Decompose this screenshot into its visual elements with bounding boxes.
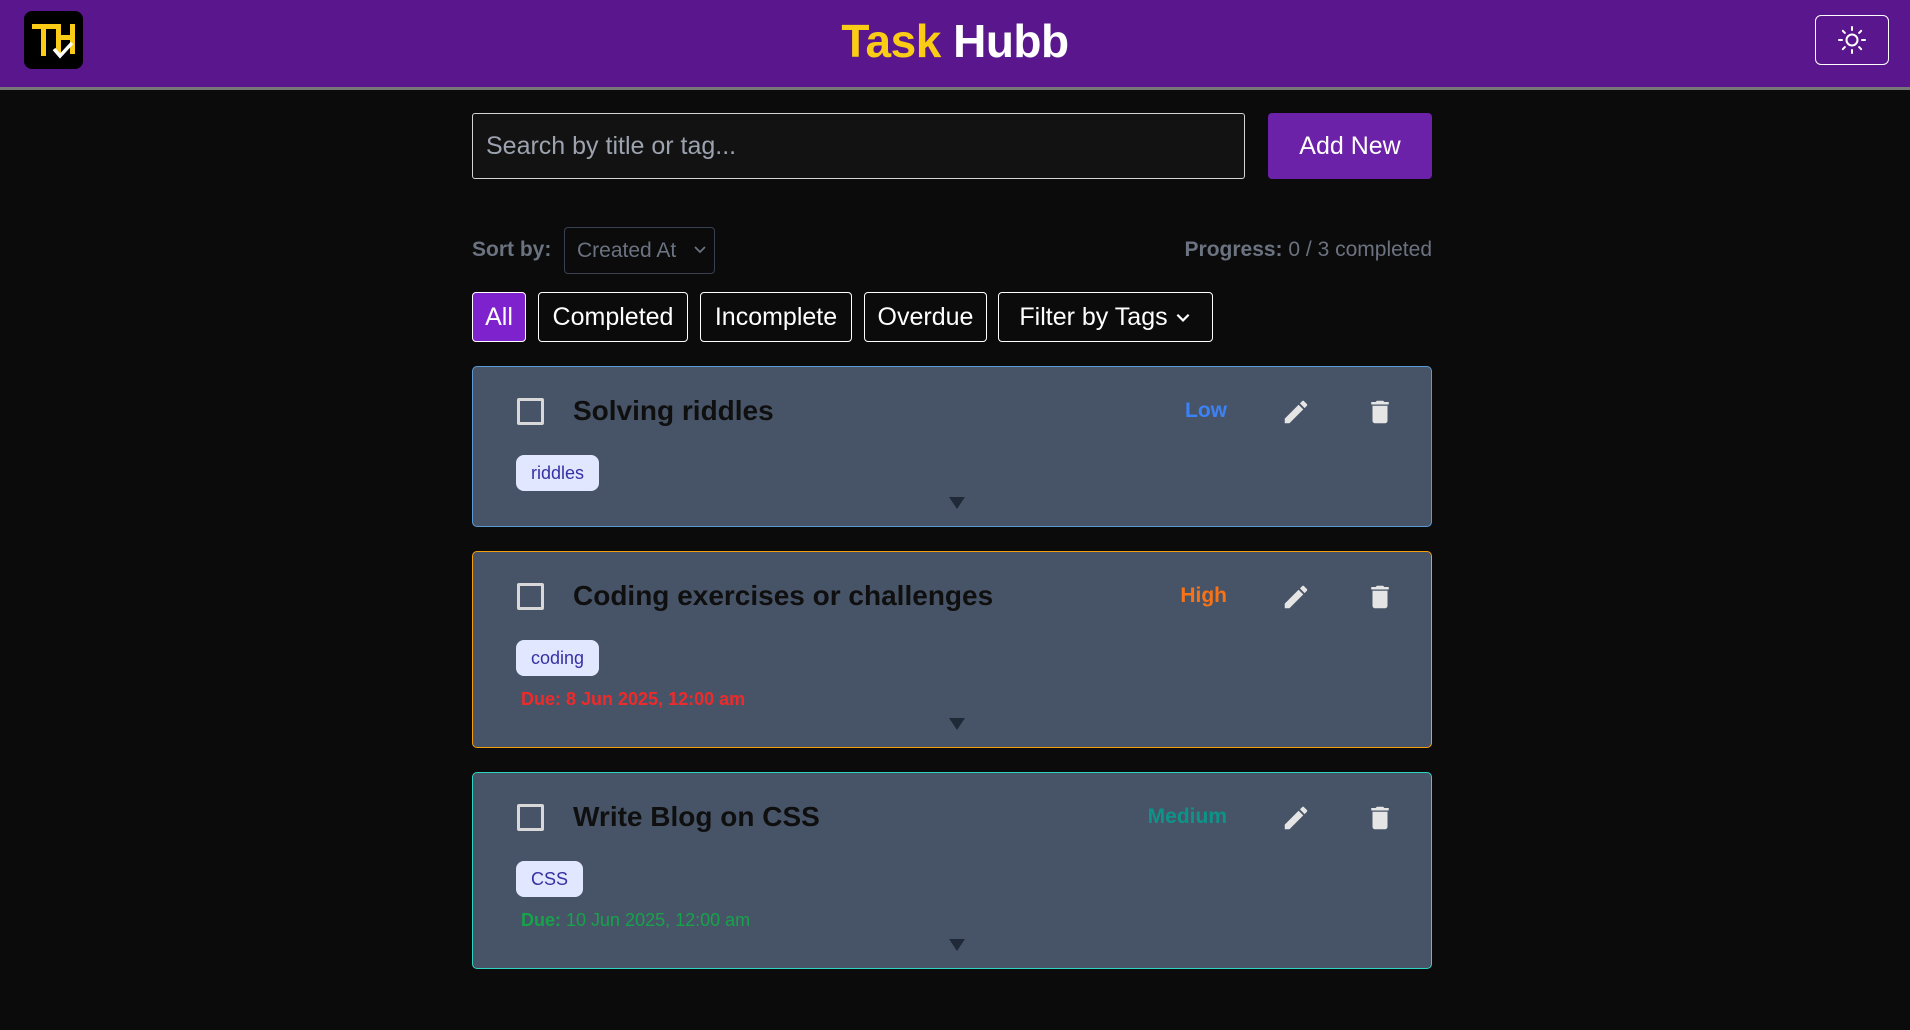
caret-down-icon	[949, 497, 965, 509]
progress-value: 0 / 3 completed	[1288, 238, 1432, 261]
app-title-part-task: Task	[841, 15, 941, 67]
progress-indicator: Progress: 0 / 3 completed	[1185, 238, 1432, 262]
pencil-icon	[1284, 806, 1308, 830]
task-complete-checkbox[interactable]	[517, 583, 544, 610]
theme-toggle-button[interactable]	[1815, 15, 1889, 65]
edit-button[interactable]	[1278, 800, 1314, 836]
trash-icon	[1371, 585, 1389, 609]
filter-by-tags-label: Filter by Tags	[1019, 302, 1168, 331]
chevron-down-icon	[1176, 313, 1190, 322]
priority-badge: Medium	[1147, 805, 1227, 828]
caret-down-icon	[949, 718, 965, 730]
tag-chip[interactable]: riddles	[516, 455, 600, 491]
task-complete-checkbox[interactable]	[517, 804, 544, 831]
due-label: Due:	[521, 689, 561, 709]
priority-badge: Low	[1185, 399, 1227, 422]
expand-toggle[interactable]	[945, 936, 969, 954]
sort-selected-value: Created At	[577, 238, 677, 262]
task-card: Coding exercises or challenges High codi…	[472, 551, 1432, 748]
delete-button[interactable]	[1362, 800, 1398, 836]
due-label: Due:	[521, 910, 561, 930]
chevron-down-icon	[694, 246, 706, 254]
expand-toggle[interactable]	[945, 494, 969, 512]
delete-button[interactable]	[1362, 579, 1398, 615]
due-value: 8 Jun 2025, 12:00 am	[566, 689, 746, 709]
app-header: Task Hubb	[0, 0, 1910, 90]
pencil-icon	[1284, 585, 1308, 609]
sun-icon	[1838, 26, 1866, 54]
filter-incomplete-button[interactable]: Incomplete	[700, 292, 852, 342]
delete-button[interactable]	[1362, 394, 1398, 430]
task-title: Write Blog on CSS	[573, 801, 820, 832]
due-value: 10 Jun 2025, 12:00 am	[566, 910, 751, 930]
expand-toggle[interactable]	[945, 715, 969, 733]
task-card: Solving riddles Low riddles	[472, 366, 1432, 527]
trash-icon	[1371, 806, 1389, 830]
filter-all-button[interactable]: All	[472, 292, 526, 342]
add-new-button[interactable]: Add New	[1268, 113, 1432, 179]
task-complete-checkbox[interactable]	[517, 398, 544, 425]
task-card: Write Blog on CSS Medium CSS Due: 10 Jun…	[472, 772, 1432, 969]
filter-by-tags-dropdown[interactable]: Filter by Tags	[998, 292, 1213, 342]
task-title: Coding exercises or challenges	[573, 580, 994, 611]
app-title: Task Hubb	[0, 14, 1910, 68]
trash-icon	[1371, 400, 1389, 424]
progress-label: Progress:	[1184, 238, 1283, 261]
tag-chip[interactable]: coding	[516, 640, 600, 676]
task-title: Solving riddles	[573, 395, 774, 426]
caret-down-icon	[949, 939, 965, 951]
tag-chip[interactable]: CSS	[516, 861, 584, 897]
edit-button[interactable]	[1278, 394, 1314, 430]
pencil-icon	[1284, 400, 1308, 424]
priority-badge: High	[1180, 584, 1227, 607]
filter-overdue-button[interactable]: Overdue	[864, 292, 987, 342]
app-title-part-hubb: Hubb	[953, 15, 1069, 67]
filter-completed-button[interactable]: Completed	[538, 292, 688, 342]
sort-label: Sort by:	[472, 238, 552, 261]
due-date: Due: 10 Jun 2025, 12:00 am	[521, 910, 750, 931]
edit-button[interactable]	[1278, 579, 1314, 615]
search-input[interactable]	[472, 113, 1245, 179]
sort-select[interactable]: Created At	[564, 227, 715, 274]
due-date: Due: 8 Jun 2025, 12:00 am	[521, 689, 745, 710]
